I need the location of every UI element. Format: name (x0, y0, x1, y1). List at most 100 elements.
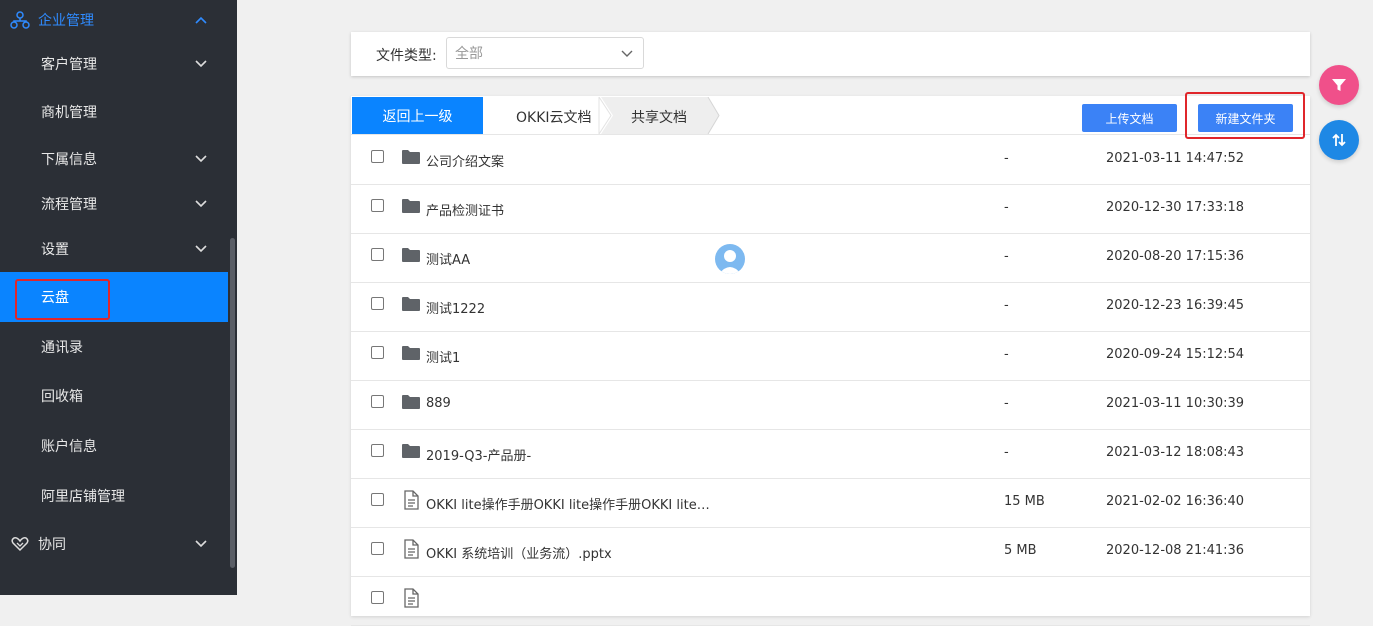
file-size: 5 MB (1004, 543, 1037, 558)
file-time: 2020-08-20 17:15:36 (1106, 249, 1245, 264)
file-type-select[interactable]: 全部 (446, 37, 644, 69)
file-name[interactable]: 测试1222 (426, 298, 485, 317)
folder-icon (402, 199, 420, 213)
sidebar-item-settings[interactable]: 设置 (0, 225, 228, 273)
handshake-icon (11, 537, 29, 552)
sidebar-group-collaboration[interactable]: 协同 (0, 520, 228, 568)
sidebar-item-label: 回收箱 (41, 389, 83, 405)
file-time: 2021-03-11 10:30:39 (1106, 396, 1245, 411)
breadcrumb-shared-docs[interactable]: 共享文档 (631, 107, 687, 127)
row-checkbox[interactable] (371, 395, 384, 408)
file-name[interactable]: 测试1 (426, 347, 460, 366)
row-checkbox[interactable] (371, 199, 384, 212)
sidebar: 企业管理 客户管理 商机管理 下属信息 流程管理 设置 云盘 通讯录 回收箱 账… (0, 0, 228, 595)
file-size: - (1004, 249, 1009, 264)
file-name[interactable]: 产品检测证书 (426, 200, 504, 219)
sidebar-item-customers[interactable]: 客户管理 (0, 40, 228, 88)
file-time: 2021-02-02 16:36:40 (1106, 494, 1245, 509)
breadcrumb-toolbar: 返回上一级 OKKI云文档 共享文档 上传文档 新建文件夹 (351, 96, 1310, 135)
folder-icon (402, 346, 420, 360)
file-size: - (1004, 347, 1009, 362)
folder-icon (402, 395, 420, 409)
folder-icon (402, 444, 420, 458)
table-row[interactable]: 测试AA - 2020-08-20 17:15:36 (351, 233, 1310, 283)
row-checkbox[interactable] (371, 493, 384, 506)
file-size: 15 MB (1004, 494, 1045, 509)
file-size: - (1004, 396, 1009, 411)
sidebar-item-label: 通讯录 (41, 340, 83, 356)
table-row[interactable]: 889 - 2021-03-11 10:30:39 (351, 380, 1310, 430)
table-row[interactable]: 2019-Q3-产品册- - 2021-03-12 18:08:43 (351, 429, 1310, 479)
file-time: 2021-03-11 14:47:52 (1106, 151, 1245, 166)
file-name[interactable]: 公司介绍文案 (426, 151, 504, 170)
file-name[interactable]: 测试AA (426, 249, 470, 268)
sidebar-item-label: 阿里店铺管理 (41, 489, 125, 505)
table-row[interactable]: 公司介绍文案 - 2021-03-11 14:47:52 (351, 135, 1310, 185)
table-row[interactable]: OKKI lite操作手册OKKI lite操作手册OKKI lite… 15 M… (351, 478, 1310, 528)
back-button[interactable]: 返回上一级 (352, 97, 483, 134)
upload-document-button[interactable]: 上传文档 (1082, 104, 1177, 132)
chevron-down-icon (195, 245, 207, 253)
table-row[interactable]: 产品检测证书 - 2020-12-30 17:33:18 (351, 184, 1310, 234)
table-row[interactable]: 测试1222 - 2020-12-23 16:39:45 (351, 282, 1310, 332)
document-icon (404, 490, 419, 510)
file-time: 2020-12-23 16:39:45 (1106, 298, 1245, 313)
chevron-down-icon (195, 200, 207, 208)
filter-bar: 文件类型: 全部 (351, 32, 1310, 76)
chevron-up-icon (195, 16, 207, 24)
file-size: - (1004, 200, 1009, 215)
sidebar-item-label: 设置 (41, 242, 69, 258)
sidebar-scrollbar[interactable] (228, 0, 237, 595)
file-size: - (1004, 151, 1009, 166)
file-name[interactable]: OKKI lite操作手册OKKI lite操作手册OKKI lite… (426, 494, 710, 513)
file-name[interactable]: 889 (426, 396, 451, 411)
sidebar-item-label: 客户管理 (41, 57, 97, 73)
chevron-down-icon (195, 155, 207, 163)
sidebar-item-label: 商机管理 (41, 105, 97, 121)
row-checkbox[interactable] (371, 444, 384, 457)
file-type-label: 文件类型: (376, 48, 437, 64)
file-name[interactable]: 2019-Q3-产品册- (426, 445, 531, 464)
table-row[interactable]: OKKI 系统培训（业务流）.pptx 5 MB 2020-12-08 21:41:… (351, 527, 1310, 577)
file-size: - (1004, 298, 1009, 313)
folder-icon (402, 150, 420, 164)
org-chart-icon (10, 11, 30, 29)
chevron-down-icon (195, 60, 207, 68)
sidebar-group-enterprise[interactable]: 企业管理 (0, 0, 228, 44)
avatar[interactable] (715, 244, 745, 274)
row-checkbox[interactable] (371, 297, 384, 310)
sidebar-item-contacts[interactable]: 通讯录 (0, 323, 228, 371)
sidebar-item-opportunities[interactable]: 商机管理 (0, 88, 228, 136)
file-time: 2020-09-24 15:12:54 (1106, 347, 1245, 362)
row-checkbox[interactable] (371, 542, 384, 555)
file-time: 2021-03-12 18:08:43 (1106, 445, 1245, 460)
table-row[interactable]: 测试1 - 2020-09-24 15:12:54 (351, 331, 1310, 381)
sidebar-scrollbar-thumb[interactable] (230, 238, 235, 568)
sidebar-item-ali-store[interactable]: 阿里店铺管理 (0, 472, 228, 520)
row-checkbox[interactable] (371, 346, 384, 359)
document-icon (404, 588, 419, 608)
sidebar-item-label: 账户信息 (41, 439, 97, 455)
folder-icon (402, 248, 420, 262)
file-time: 2020-12-08 21:41:36 (1106, 543, 1245, 558)
sidebar-item-label: 流程管理 (41, 197, 97, 213)
user-avatar-icon (719, 250, 741, 274)
folder-icon (402, 297, 420, 311)
row-checkbox[interactable] (371, 248, 384, 261)
breadcrumb-okki-cloud[interactable]: OKKI云文档 (516, 107, 592, 127)
highlight-box-new-folder (1185, 92, 1305, 139)
chevron-down-icon (195, 540, 207, 548)
sidebar-item-workflow[interactable]: 流程管理 (0, 180, 228, 228)
sort-icon (1332, 133, 1346, 147)
row-checkbox[interactable] (371, 591, 384, 604)
file-time: 2020-12-30 17:33:18 (1106, 200, 1245, 215)
filter-fab[interactable] (1319, 65, 1359, 105)
sort-fab[interactable] (1319, 120, 1359, 160)
highlight-box-cloud-drive (15, 279, 110, 320)
table-row[interactable] (351, 576, 1310, 626)
file-name[interactable]: OKKI 系统培训（业务流）.pptx (426, 543, 612, 562)
sidebar-item-account-info[interactable]: 账户信息 (0, 422, 228, 470)
sidebar-item-subordinates[interactable]: 下属信息 (0, 135, 228, 183)
row-checkbox[interactable] (371, 150, 384, 163)
sidebar-item-recycle-bin[interactable]: 回收箱 (0, 372, 228, 420)
